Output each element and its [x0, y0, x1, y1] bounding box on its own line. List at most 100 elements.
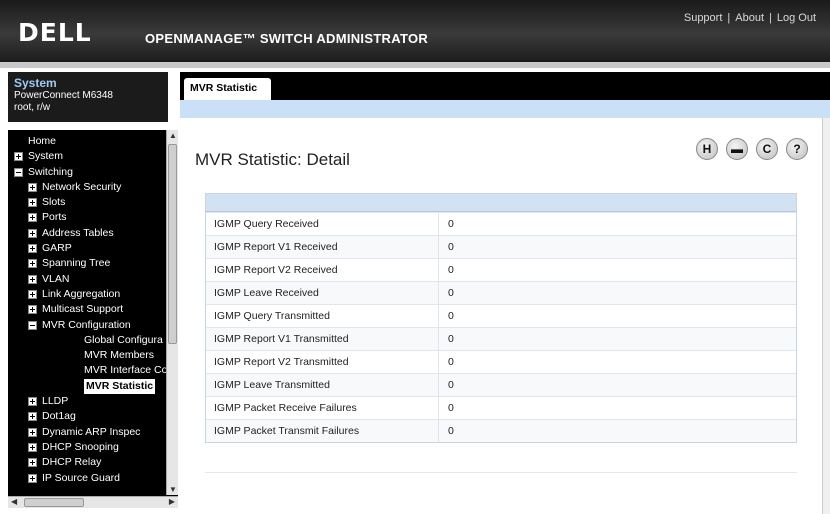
- expand-icon[interactable]: [28, 244, 37, 254]
- stat-value: 0: [448, 356, 454, 368]
- scroll-right-icon[interactable]: ▶: [169, 497, 175, 506]
- support-link[interactable]: Support: [684, 12, 723, 24]
- expand-icon[interactable]: [28, 198, 37, 208]
- nav-item-dhcp-snooping[interactable]: DHCP Snooping: [8, 440, 166, 455]
- stat-label: IGMP Packet Transmit Failures: [206, 420, 439, 442]
- expand-icon[interactable]: [28, 228, 37, 238]
- nav-item-mvr-interface-co[interactable]: MVR Interface Co: [8, 363, 166, 378]
- expand-icon[interactable]: [28, 473, 37, 483]
- logout-link[interactable]: Log Out: [777, 12, 816, 24]
- about-link[interactable]: About: [735, 12, 764, 24]
- nav-item-home[interactable]: Home: [8, 134, 166, 149]
- scroll-thumb[interactable]: [168, 144, 177, 344]
- header-divider: [0, 62, 830, 68]
- expand-icon[interactable]: [28, 213, 37, 223]
- expand-icon[interactable]: [14, 152, 23, 162]
- system-title: System: [14, 76, 57, 90]
- expand-icon[interactable]: [28, 458, 37, 468]
- nav-item-mvr-configuration[interactable]: MVR Configuration: [8, 318, 166, 333]
- main-vertical-scrollbar[interactable]: [822, 118, 830, 514]
- stat-value: 0: [448, 425, 454, 437]
- main-content: MVR Statistic: Detail H ▬ C? IGMP Query Re…: [180, 118, 830, 514]
- nav-item-dhcp-relay[interactable]: DHCP Relay: [8, 455, 166, 470]
- expand-icon[interactable]: [28, 289, 37, 299]
- nav-item-ports[interactable]: Ports: [8, 210, 166, 225]
- refresh-button[interactable]: C: [756, 138, 778, 160]
- nav-item-label: Global Configura: [84, 333, 163, 346]
- navigation-tree: Home System Switching Network Security Slots…: [8, 130, 178, 508]
- stat-label: IGMP Packet Receive Failures: [206, 397, 439, 419]
- table-row: IGMP Report V2 Transmitted 0: [206, 350, 796, 373]
- nav-item-lldp[interactable]: LLDP: [8, 394, 166, 409]
- expand-icon[interactable]: [28, 305, 37, 315]
- link-separator: |: [727, 12, 731, 24]
- tab-mvr-statistic[interactable]: MVR Statistic: [184, 78, 272, 100]
- stat-value: 0: [448, 218, 454, 230]
- nav-item-link-aggregation[interactable]: Link Aggregation: [8, 287, 166, 302]
- system-user: root, r/w: [14, 102, 51, 113]
- nav-item-mvr-statistic[interactable]: MVR Statistic: [8, 378, 166, 394]
- scroll-thumb[interactable]: [24, 498, 84, 507]
- expand-icon[interactable]: [28, 427, 37, 437]
- table-row: IGMP Packet Receive Failures 0: [206, 396, 796, 419]
- table-row: IGMP Report V1 Transmitted 0: [206, 327, 796, 350]
- stat-value: 0: [448, 287, 454, 299]
- table-row: IGMP Leave Received 0: [206, 281, 796, 304]
- collapse-icon[interactable]: [14, 167, 23, 177]
- nav-item-label: GARP: [42, 242, 72, 255]
- page-toolbar: H ▬ C?: [696, 138, 808, 160]
- nav-item-label: Switching: [28, 165, 73, 178]
- scroll-left-icon[interactable]: ◀: [11, 497, 17, 506]
- nav-item-label: MVR Interface Co: [84, 364, 166, 377]
- stat-label: IGMP Query Received: [206, 213, 439, 235]
- expand-icon[interactable]: [28, 274, 37, 284]
- dell-logo: DELL: [18, 18, 92, 47]
- nav-item-dynamic-arp-inspec[interactable]: Dynamic ARP Inspec: [8, 425, 166, 440]
- nav-item-multicast-support[interactable]: Multicast Support: [8, 302, 166, 317]
- stat-value: 0: [448, 264, 454, 276]
- nav-item-vlan[interactable]: VLAN: [8, 272, 166, 287]
- stat-label: IGMP Report V2 Received: [206, 259, 439, 281]
- nav-item-global-configura[interactable]: Global Configura: [8, 333, 166, 348]
- table-row: IGMP Query Received 0: [206, 212, 796, 235]
- stat-label: IGMP Leave Received: [206, 282, 439, 304]
- expand-icon[interactable]: [28, 442, 37, 452]
- tab-strip: [180, 100, 830, 118]
- nav-vertical-scrollbar[interactable]: ▲ ▼: [166, 130, 178, 495]
- nav-item-slots[interactable]: Slots: [8, 195, 166, 210]
- nav-item-mvr-members[interactable]: MVR Members: [8, 348, 166, 363]
- nav-item-dot1ag[interactable]: Dot1ag: [8, 409, 166, 424]
- stat-value: 0: [448, 241, 454, 253]
- nav-item-label: Link Aggregation: [42, 287, 121, 300]
- nav-item-address-tables[interactable]: Address Tables: [8, 226, 166, 241]
- scroll-down-icon[interactable]: ▼: [169, 485, 177, 494]
- nav-item-switching[interactable]: Switching: [8, 165, 166, 180]
- help-h-button[interactable]: H: [696, 138, 718, 160]
- help-question-button[interactable]: ?: [786, 138, 808, 160]
- expand-icon[interactable]: [28, 259, 37, 269]
- table-footer-line: [205, 472, 797, 473]
- print-button[interactable]: ▬: [726, 138, 748, 160]
- link-separator: |: [769, 12, 772, 24]
- nav-item-label: Ports: [42, 211, 67, 224]
- nav-item-ip-source-guard[interactable]: IP Source Guard: [8, 471, 166, 486]
- nav-item-label: VLAN: [42, 272, 70, 285]
- nav-item-network-security[interactable]: Network Security: [8, 180, 166, 195]
- scroll-up-icon[interactable]: ▲: [169, 131, 177, 140]
- page-title: MVR Statistic: Detail: [195, 150, 350, 169]
- nav-horizontal-scrollbar[interactable]: ◀ ▶: [8, 496, 178, 508]
- table-row: IGMP Leave Transmitted 0: [206, 373, 796, 396]
- nav-item-garp[interactable]: GARP: [8, 241, 166, 256]
- tab-bar: MVR Statistic: [180, 72, 830, 100]
- stat-label: IGMP Query Transmitted: [206, 305, 439, 327]
- expand-icon[interactable]: [28, 397, 37, 407]
- nav-item-system[interactable]: System: [8, 149, 166, 164]
- system-model: PowerConnect M6348: [14, 90, 113, 101]
- expand-icon[interactable]: [28, 182, 37, 192]
- stat-label: IGMP Report V2 Transmitted: [206, 351, 439, 373]
- expand-icon[interactable]: [28, 412, 37, 422]
- nav-item-spanning-tree[interactable]: Spanning Tree: [8, 256, 166, 271]
- nav-item-label: Multicast Support: [42, 303, 124, 316]
- statistics-table: IGMP Query Received 0 IGMP Report V1 Recei…: [205, 193, 797, 443]
- collapse-icon[interactable]: [28, 320, 37, 330]
